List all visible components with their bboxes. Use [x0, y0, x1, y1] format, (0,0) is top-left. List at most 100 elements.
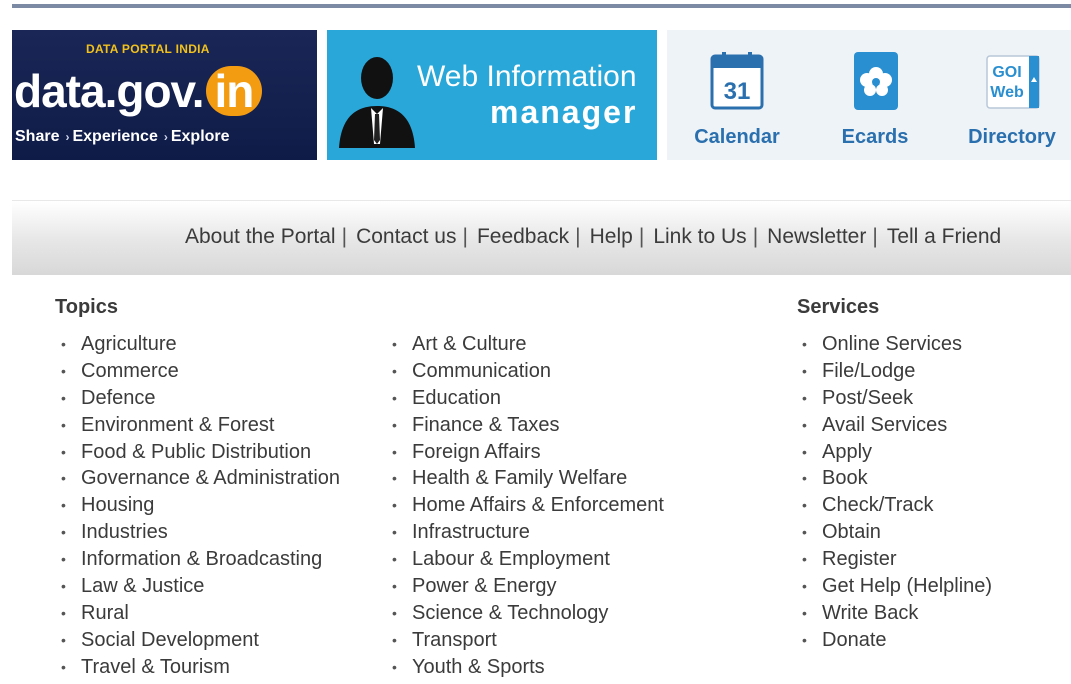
service-item[interactable]: • Online Services	[798, 331, 992, 358]
topic-item[interactable]: • Home Affairs & Enforcement	[388, 492, 664, 519]
service-label: Check/Track	[822, 494, 934, 517]
ecard-icon	[854, 52, 898, 110]
nav-bar: About the Portal | Contact us | Feedback | Hel…	[12, 200, 1071, 275]
topic-item[interactable]: • Housing	[57, 492, 340, 519]
bullet-icon: •	[61, 416, 66, 433]
topic-item[interactable]: • Information & Broadcasting	[57, 546, 340, 573]
svg-text:Web: Web	[990, 84, 1024, 101]
service-label: Apply	[822, 440, 873, 463]
topic-item[interactable]: • Transport	[388, 627, 664, 654]
bullet-icon: •	[392, 389, 397, 406]
topic-item[interactable]: • Science & Technology	[388, 600, 664, 627]
topic-item[interactable]: • Governance & Administration	[57, 465, 340, 492]
nav-help[interactable]: Help	[590, 225, 633, 248]
brand-tagline: Share › Experience › Explore	[15, 128, 230, 145]
service-item[interactable]: • Check/Track	[798, 492, 992, 519]
topic-item[interactable]: • Law & Justice	[57, 573, 340, 600]
topic-item[interactable]: • Education	[388, 385, 664, 412]
bullet-icon: •	[61, 524, 66, 541]
nav-separator: |	[752, 225, 759, 248]
nav-link-to-us[interactable]: Link to Us	[653, 225, 746, 248]
topic-label: Finance & Taxes	[412, 413, 560, 436]
topic-label: Art & Culture	[412, 333, 527, 355]
service-item[interactable]: • Avail Services	[798, 412, 992, 439]
topic-item[interactable]: • Youth & Sports	[388, 654, 664, 681]
service-label: Post/Seek	[822, 386, 914, 409]
topic-label: Foreign Affairs	[412, 440, 541, 463]
goi-web-directory-icon: GOI Web	[986, 55, 1040, 109]
web-information-manager-banner[interactable]: Web Information manager	[327, 30, 657, 160]
service-item[interactable]: • File/Lodge	[798, 358, 992, 385]
bullet-icon: •	[392, 470, 397, 487]
bullet-icon: •	[392, 578, 397, 595]
topic-label: Agriculture	[81, 333, 177, 355]
bullet-icon: •	[392, 631, 397, 648]
bullet-icon: •	[802, 604, 807, 621]
svg-text:GOI: GOI	[992, 64, 1021, 81]
topic-item[interactable]: • Foreign Affairs	[388, 439, 664, 466]
topic-label: Environment & Forest	[81, 413, 275, 436]
topic-item[interactable]: • Communication	[388, 358, 664, 385]
topic-item[interactable]: • Infrastructure	[388, 519, 664, 546]
bullet-icon: •	[802, 524, 807, 541]
services-list: • Online Services • File/Lodge • Post/Seek • Av…	[798, 331, 992, 654]
topic-item[interactable]: • Food & Public Distribution	[57, 439, 340, 466]
data-gov-logo[interactable]: DATA PORTAL INDIA data.gov. in Share › Expe…	[12, 30, 317, 160]
topic-item[interactable]: • Power & Energy	[388, 573, 664, 600]
service-item[interactable]: • Book	[798, 465, 992, 492]
topic-label: Defence	[81, 386, 156, 409]
service-label: Online Services	[822, 333, 963, 355]
topic-item[interactable]: • Health & Family Welfare	[388, 465, 664, 492]
topic-label: Travel & Tourism	[81, 655, 230, 678]
nav-contact-us[interactable]: Contact us	[356, 225, 456, 248]
topic-item[interactable]: • Finance & Taxes	[388, 412, 664, 439]
ecards-label: Ecards	[841, 126, 909, 148]
nav-feedback[interactable]: Feedback	[477, 225, 569, 248]
topic-item[interactable]: • Industries	[57, 519, 340, 546]
ecards-link[interactable]: Ecards	[820, 42, 930, 152]
topic-item[interactable]: • Agriculture	[57, 331, 340, 358]
topic-item[interactable]: • Commerce	[57, 358, 340, 385]
topic-label: Housing	[81, 494, 155, 517]
service-item[interactable]: • Get Help (Helpline)	[798, 573, 992, 600]
topic-label: Transport	[412, 628, 497, 651]
service-item[interactable]: • Register	[798, 546, 992, 573]
topic-item[interactable]: • Travel & Tourism	[57, 654, 340, 681]
topic-item[interactable]: • Art & Culture	[388, 331, 664, 358]
service-item[interactable]: • Post/Seek	[798, 385, 992, 412]
topic-label: Education	[412, 386, 501, 409]
arrow-icon: ›	[163, 130, 168, 144]
calendar-icon: 31	[710, 52, 764, 110]
bullet-icon: •	[392, 604, 397, 621]
web-info-title: Web Information	[417, 60, 637, 93]
nav-about-portal[interactable]: About the Portal	[185, 225, 336, 248]
topic-label: Information & Broadcasting	[81, 548, 323, 571]
service-item[interactable]: • Write Back	[798, 600, 992, 627]
bullet-icon: •	[392, 336, 397, 352]
topic-label: Law & Justice	[81, 575, 205, 598]
bullet-icon: •	[61, 389, 66, 406]
topic-item[interactable]: • Rural	[57, 600, 340, 627]
calendar-link[interactable]: 31 Calendar	[682, 42, 792, 152]
topic-item[interactable]: • Labour & Employment	[388, 546, 664, 573]
topic-label: Food & Public Distribution	[81, 440, 312, 463]
service-item[interactable]: • Obtain	[798, 519, 992, 546]
topics-heading: Topics	[55, 296, 118, 318]
bullet-icon: •	[392, 497, 397, 514]
topic-item[interactable]: • Environment & Forest	[57, 412, 340, 439]
bullet-icon: •	[802, 578, 807, 595]
nav-tell-a-friend[interactable]: Tell a Friend	[887, 225, 1001, 248]
topic-label: Power & Energy	[412, 575, 557, 598]
directory-link[interactable]: GOI Web Directory	[957, 42, 1067, 152]
arrow-icon: ›	[65, 130, 70, 144]
bullet-icon: •	[61, 362, 66, 379]
topic-label: Social Development	[81, 628, 259, 651]
service-item[interactable]: • Apply	[798, 439, 992, 466]
service-item[interactable]: • Donate	[798, 627, 992, 654]
topic-label: Labour & Employment	[412, 548, 610, 571]
topic-label: Infrastructure	[412, 521, 530, 544]
topic-item[interactable]: • Defence	[57, 385, 340, 412]
top-rule	[12, 4, 1071, 8]
topic-item[interactable]: • Social Development	[57, 627, 340, 654]
nav-newsletter[interactable]: Newsletter	[767, 225, 866, 248]
